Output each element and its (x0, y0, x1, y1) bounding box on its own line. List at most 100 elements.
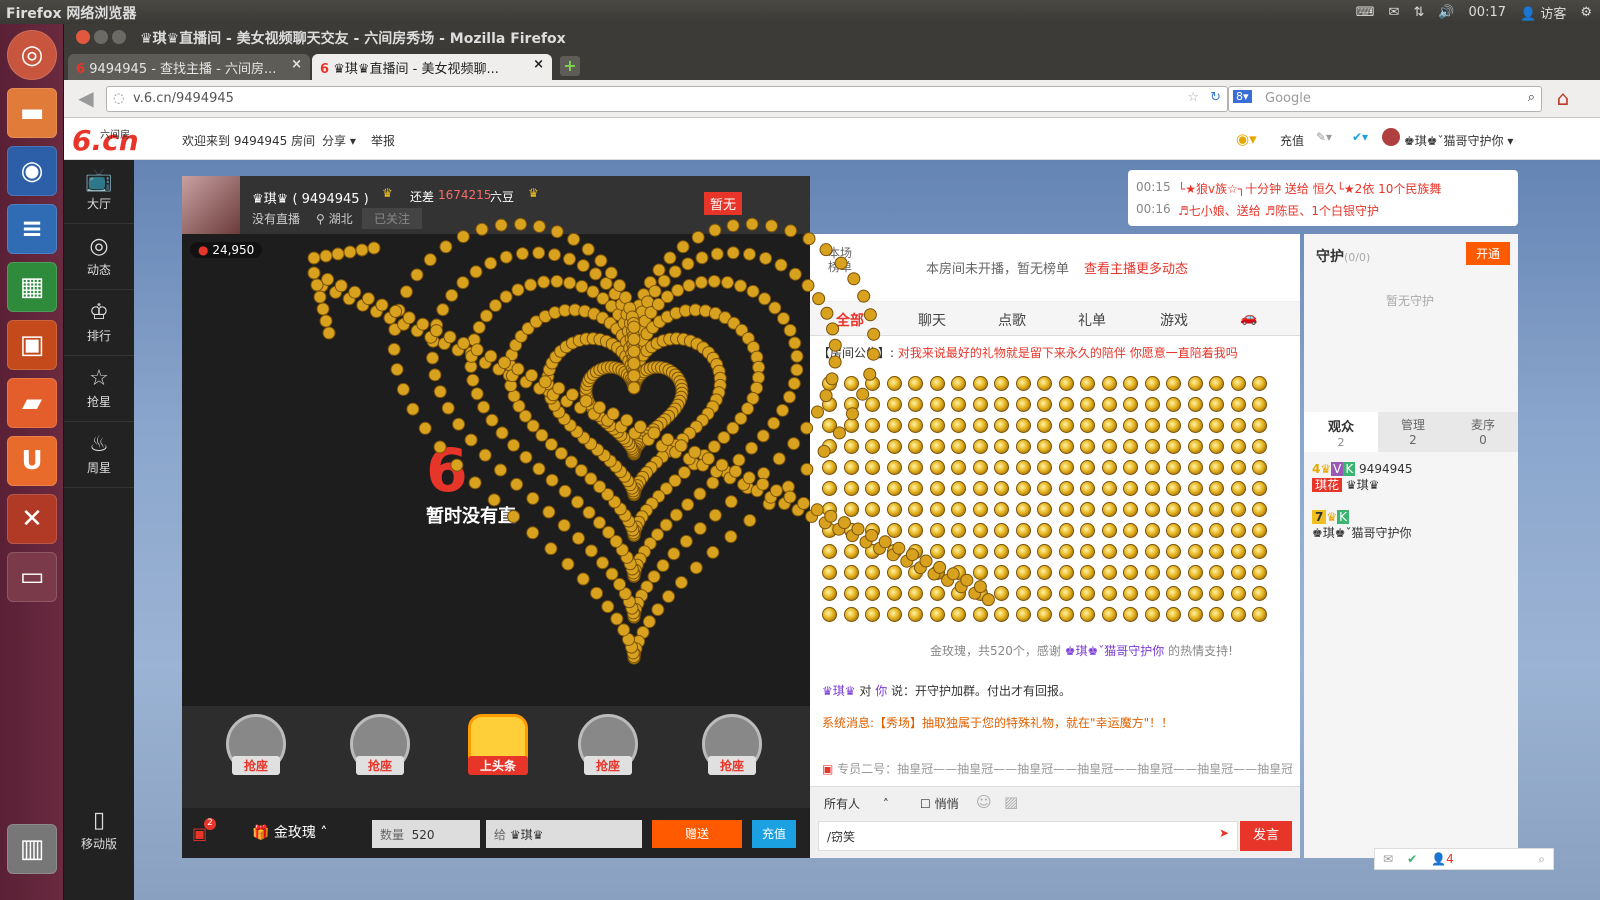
open-guard-button[interactable]: 开通 (1466, 242, 1511, 265)
tab-live-room[interactable]: 6 ♛琪♛直播间 - 美女视频聊... × (312, 54, 552, 80)
url-bar[interactable]: ◌ v.6.cn/9494945 ☆ ↻ (106, 86, 1228, 112)
tab-audience[interactable]: 观众 2 (1304, 412, 1378, 452)
rose-icon (822, 544, 837, 559)
headline-button[interactable]: 上头条 (452, 714, 544, 798)
google-icon[interactable]: 8▾ (1233, 90, 1252, 103)
tab-admin[interactable]: 管理 2 (1378, 412, 1448, 452)
anchor-avatar[interactable] (182, 176, 240, 234)
gift-recharge-button[interactable]: 充值 (752, 820, 796, 848)
avatar[interactable] (1382, 128, 1400, 146)
home-icon[interactable]: ⌂ (1550, 86, 1576, 112)
offline-text: 暂时没有直 (426, 506, 516, 527)
thanks-user[interactable]: ♚琪♚ˇ猫哥守护你 (1065, 644, 1165, 658)
emoji-icon[interactable]: ☺ (976, 793, 992, 811)
rose-icon (1230, 607, 1246, 622)
follow-button[interactable]: 已关注 (362, 208, 423, 229)
list-item[interactable]: 7 ♛ K ♚琪♚ˇ猫哥守护你 (1312, 510, 1512, 541)
gear-icon[interactable]: ⚙ (1580, 5, 1592, 20)
workspace-icon[interactable]: ▭ (7, 552, 57, 602)
seat-4[interactable]: 抢座 (686, 714, 778, 798)
share-menu[interactable]: 分享 ▾ (322, 132, 356, 149)
chat-messages[interactable]: 【房间公告】: 对我来说最好的礼物就是留下来永久的陪伴 你愿意一直陪着我吗 金玫… (810, 336, 1300, 786)
anchor-name[interactable]: ♛琪♛ ( 9494945 ) (252, 188, 369, 207)
user-menu[interactable]: ♚琪♚ˇ猫哥守护你 ▾ (1404, 132, 1513, 149)
close-tab-icon[interactable]: × (291, 57, 302, 72)
quantity-input[interactable]: 数量 520 (372, 820, 480, 848)
edit-icon[interactable]: ✎▾ (1316, 130, 1332, 144)
folder-icon[interactable]: ▬ (7, 88, 57, 138)
settings-icon[interactable]: ✕ (7, 494, 57, 544)
rose-icon (886, 376, 902, 391)
close-tab-icon[interactable]: × (533, 57, 544, 72)
mail-icon[interactable]: ✉ (1383, 852, 1393, 866)
rose-icon (908, 586, 923, 601)
report-link[interactable]: 举报 (371, 132, 395, 149)
writer-icon[interactable]: ≡ (7, 204, 57, 254)
more-link[interactable]: 查看主播更多动态 (1084, 258, 1188, 277)
nav-item-feed[interactable]: ◎ 动态 (64, 226, 134, 290)
header-recharge-link[interactable]: 充值 (1280, 132, 1304, 149)
search-icon[interactable]: ⌕ (1528, 90, 1535, 105)
ubuntu-one-icon[interactable]: U (7, 436, 57, 486)
software-center-icon[interactable]: ▰ (7, 378, 57, 428)
mail-icon[interactable]: ✉ (1389, 5, 1400, 20)
firefox-icon[interactable]: ◉ (7, 146, 57, 196)
paper-plane-icon[interactable]: ➤ (1219, 826, 1229, 840)
tab-search[interactable]: 6 9494945 - 查找主播 - 六间房... × (68, 54, 310, 80)
tab-song[interactable]: 点歌 (998, 310, 1026, 330)
target-select[interactable]: 所有人 ˄ (824, 795, 889, 812)
verified-icon[interactable]: ✔▾ (1352, 130, 1368, 144)
clock[interactable]: 00:17 (1469, 5, 1506, 20)
minimize-icon[interactable] (94, 30, 108, 44)
site-logo[interactable]: 6.cn 六间房 (72, 124, 139, 157)
close-window-icon[interactable] (76, 30, 90, 44)
seat-2[interactable]: 抢座 (334, 714, 426, 798)
keyboard-icon[interactable]: ⌨ (1356, 5, 1375, 20)
tab-all[interactable]: 全部 (836, 310, 864, 330)
trash-icon[interactable]: ▥ (7, 824, 57, 874)
check-icon[interactable]: ✔ (1407, 852, 1417, 866)
calc-icon[interactable]: ▦ (7, 262, 57, 312)
mobile-version[interactable]: ▯ 移动版 (64, 800, 134, 864)
tab-chat[interactable]: 聊天 (918, 310, 946, 330)
nav-item-week-star[interactable]: ♨ 周星 (64, 424, 134, 488)
rose-icon (1101, 586, 1117, 601)
maximize-icon[interactable] (112, 30, 126, 44)
tab-gift-list[interactable]: 礼单 (1078, 310, 1106, 330)
rose-icon (972, 586, 988, 601)
zoom-icon[interactable]: ⌕ (1538, 852, 1545, 866)
back-button-icon[interactable]: ◀ (72, 86, 100, 112)
tab-mic-queue[interactable]: 麦序 0 (1448, 412, 1518, 452)
search-box[interactable]: 8▾ Google ⌕ (1228, 86, 1542, 112)
send-gift-button[interactable]: 赠送 (652, 820, 742, 848)
whisper-checkbox[interactable]: ☐ 悄悄 (920, 795, 959, 812)
reload-icon[interactable]: ↻ (1210, 90, 1221, 105)
seat-3[interactable]: 抢座 (562, 714, 654, 798)
user-icon[interactable]: 👤 访客 (1520, 3, 1566, 22)
seat-1[interactable]: 抢座 (210, 714, 302, 798)
people-icon[interactable]: 👤4 (1431, 852, 1454, 866)
impress-icon[interactable]: ▣ (7, 320, 57, 370)
nav-item-grab-star[interactable]: ☆ 抢星 (64, 358, 134, 422)
gift-selector[interactable]: 🎁 金玫瑰 ˄ (252, 822, 327, 842)
chat-to[interactable]: 你 (875, 684, 887, 698)
tab-game[interactable]: 游戏 (1160, 310, 1188, 330)
ubuntu-logo-icon[interactable]: ◎ (7, 30, 57, 80)
send-message-button[interactable]: 发言 (1240, 821, 1292, 851)
coin-icon[interactable]: ◉▾ (1236, 130, 1257, 148)
bookmark-star-icon[interactable]: ☆ (1187, 90, 1199, 105)
volume-icon[interactable]: 🔊 (1438, 5, 1454, 20)
rose-icon (972, 418, 988, 433)
chat-user[interactable]: ♛琪♛ (822, 684, 856, 698)
nav-item-rank[interactable]: ♔ 排行 (64, 292, 134, 356)
chat-input[interactable]: /窃笑 ➤ (818, 821, 1238, 851)
new-tab-icon[interactable]: + (560, 56, 580, 76)
network-icon[interactable]: ⇅ (1413, 5, 1424, 20)
video-player[interactable]: ● 24,950 6 暂时没有直 (182, 234, 810, 706)
rose-icon (1252, 418, 1267, 433)
list-item[interactable]: 4♛ V K 9494945 琪花 ♛琪♛ (1312, 462, 1512, 493)
recipient-select[interactable]: 给 ♛琪♛ (486, 820, 642, 848)
image-icon[interactable]: ▨ (1004, 793, 1018, 811)
car-icon[interactable]: 🚗 (1240, 310, 1257, 326)
nav-item-hall[interactable]: 📺 大厅 (64, 160, 134, 224)
